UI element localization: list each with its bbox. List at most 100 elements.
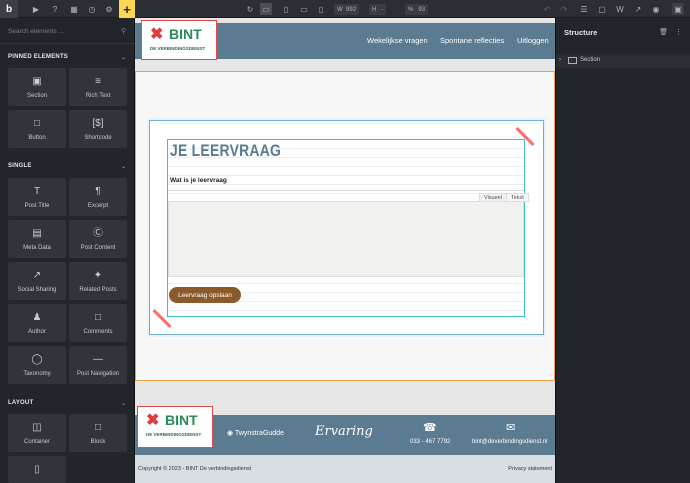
ervaring-logo[interactable]: Ervaring	[315, 424, 373, 439]
save-leervraag-button[interactable]: Leervraag opslaan	[169, 287, 241, 303]
pages-icon[interactable]: ▦	[68, 3, 80, 15]
elements-panel: Search elements ... ⚲ PINNED ELEMENTS ⌄ …	[0, 18, 135, 483]
more-icon[interactable]: ⋮	[675, 28, 682, 36]
single-heading[interactable]: SINGLE	[8, 163, 32, 169]
pin-icon: ✦	[93, 270, 103, 281]
comment-icon: □	[94, 312, 102, 323]
element-tile-author[interactable]: ♟ Author	[8, 304, 66, 342]
mail-icon: ✉	[506, 422, 516, 434]
wordpress-icon: Ⓒ	[93, 228, 103, 239]
site-logo[interactable]: ✖ BINT DE VERBINDINGSDIENST	[141, 20, 217, 60]
external-link-icon[interactable]: ↗	[632, 3, 644, 15]
footer-phone[interactable]: 033 - 467 7792	[410, 439, 450, 445]
landscape-view-icon[interactable]: ▭	[298, 3, 310, 15]
bint-logo-icon: ✖	[150, 26, 164, 43]
search-icon: ⚲	[121, 28, 127, 35]
mobile-view-icon[interactable]: ▯	[315, 3, 327, 15]
element-tile-comments[interactable]: □ Comments	[69, 304, 127, 342]
redo-icon[interactable]: ↷	[558, 3, 570, 15]
section-icon	[568, 57, 577, 64]
desktop-view-icon[interactable]: ▭	[260, 3, 272, 15]
layout-heading[interactable]: LAYOUT	[8, 400, 33, 406]
pointer-icon[interactable]: ▶	[30, 3, 42, 15]
builder-logo[interactable]: b	[0, 0, 18, 18]
folder-icon[interactable]: ▢	[596, 3, 608, 15]
rich-text-icon: ≡	[95, 76, 101, 87]
add-element-button[interactable]: +	[119, 0, 135, 18]
form-card[interactable]: JE LEERVRAAG Wat is je leervraag Visueel…	[149, 120, 544, 335]
element-tile-post-content[interactable]: Ⓒ Post Content	[69, 220, 127, 258]
chevron-right-icon[interactable]: ›	[559, 57, 561, 63]
builder-toolbar: b ▶ ? ▦ ◷ ⚙ + ↻ ▭ ▯ ▭ ▯ W 992 H - % 93 ↶…	[0, 0, 690, 18]
form-title: JE LEERVRAAG	[170, 141, 282, 160]
phone-icon: ☎	[423, 422, 437, 434]
section-icon: ▣	[32, 76, 42, 87]
trash-icon[interactable]: 🗑	[659, 28, 668, 36]
help-icon[interactable]: ?	[49, 3, 61, 15]
chevron-down-icon[interactable]: ⌄	[121, 54, 126, 61]
twynstra-icon: ◉	[227, 430, 234, 437]
editor-tabs: Visueel Tekst	[168, 190, 529, 202]
width-field[interactable]: W 992	[334, 4, 360, 15]
copyright-text: Copyright © 2023 - BINT De verbindingsdi…	[138, 466, 252, 472]
preview-icon[interactable]: ◉	[650, 3, 662, 15]
structure-title: Structure	[564, 28, 598, 37]
leervraag-textarea[interactable]	[168, 201, 524, 277]
shortcode-icon: [$]	[92, 118, 104, 129]
footer-email[interactable]: bint@deverbindingsdienst.nl	[472, 439, 547, 445]
element-tile-rich-text[interactable]: ≡ Rich Text	[69, 68, 127, 106]
question-label: Wat is je leervraag	[170, 177, 227, 184]
element-tile-shortcode[interactable]: [$] Shortcode	[69, 110, 127, 148]
element-tile-section[interactable]: ▣ Section	[8, 68, 66, 106]
meta-data-icon: ▤	[32, 228, 42, 239]
element-tile-excerpt[interactable]: ¶ Excerpt	[69, 178, 127, 216]
element-tile-container[interactable]: ◫ Container	[8, 414, 66, 452]
wordpress-icon[interactable]: W	[614, 3, 626, 15]
block-icon: □	[94, 422, 102, 433]
menu-icon[interactable]: ☰	[578, 3, 590, 15]
element-tile-meta-data[interactable]: ▤ Meta Data	[8, 220, 66, 258]
nav-link[interactable]: Wekelijkse vragen	[367, 36, 428, 45]
save-icon[interactable]: ▣	[672, 3, 684, 15]
footer-logo[interactable]: ✖ BINT DE VERBINDINGSDIENST	[137, 406, 213, 448]
twynstra-logo[interactable]: ◉ TwynstraGudde	[227, 429, 284, 437]
div-icon: ▯	[34, 464, 40, 475]
container-icon: ◫	[32, 422, 42, 433]
element-tile-block[interactable]: □ Block	[69, 414, 127, 452]
user-icon: ♟	[32, 312, 42, 323]
main-section[interactable]: JE LEERVRAAG Wat is je leervraag Visueel…	[135, 71, 555, 381]
pinned-elements-heading[interactable]: PINNED ELEMENTS	[8, 54, 68, 60]
element-tile-post-title[interactable]: T Post Title	[8, 178, 66, 216]
tag-icon: ◯	[31, 354, 43, 365]
structure-panel: Structure 🗑 ⋮ › Section	[555, 18, 690, 483]
height-field[interactable]: H -	[369, 4, 387, 15]
element-tile-taxonomy[interactable]: ◯ Taxonomy	[8, 346, 66, 384]
zoom-field[interactable]: % 93	[405, 4, 429, 15]
structure-item-section[interactable]: › Section	[556, 54, 690, 68]
settings-icon[interactable]: ⚙	[103, 3, 115, 15]
button-icon: □	[33, 118, 41, 129]
element-tile-post-navigation[interactable]: — Post Navigation	[69, 346, 127, 384]
element-tile-related-posts[interactable]: ✦ Related Posts	[69, 262, 127, 300]
sub-footer: Copyright © 2023 - BINT De verbindingsdi…	[135, 455, 555, 483]
nav-link[interactable]: Spontane reflecties	[440, 36, 504, 45]
element-tile-button[interactable]: □ Button	[8, 110, 66, 148]
excerpt-icon: ¶	[95, 186, 101, 197]
search-elements-input[interactable]: Search elements ... ⚲	[0, 18, 135, 44]
undo-icon[interactable]: ↶	[541, 3, 553, 15]
tablet-view-icon[interactable]: ▯	[280, 3, 292, 15]
element-tile-social-sharing[interactable]: ↗ Social Sharing	[8, 262, 66, 300]
chevron-down-icon[interactable]: ⌄	[121, 163, 126, 170]
post-title-icon: T	[33, 186, 41, 197]
builder-canvas: Wekelijkse vragen Spontane reflecties Ui…	[135, 18, 555, 483]
form-block[interactable]: JE LEERVRAAG Wat is je leervraag Visueel…	[167, 139, 529, 317]
refresh-icon[interactable]: ↻	[244, 3, 256, 15]
element-tile-div[interactable]: ▯	[8, 456, 66, 483]
navigation-icon: —	[93, 354, 103, 365]
history-icon[interactable]: ◷	[86, 3, 98, 15]
privacy-link[interactable]: Privacy statement	[508, 466, 552, 472]
share-icon: ↗	[32, 270, 42, 281]
bint-logo-icon: ✖	[146, 412, 160, 429]
nav-link[interactable]: Uitloggen	[517, 36, 549, 45]
chevron-down-icon[interactable]: ⌄	[121, 400, 126, 407]
